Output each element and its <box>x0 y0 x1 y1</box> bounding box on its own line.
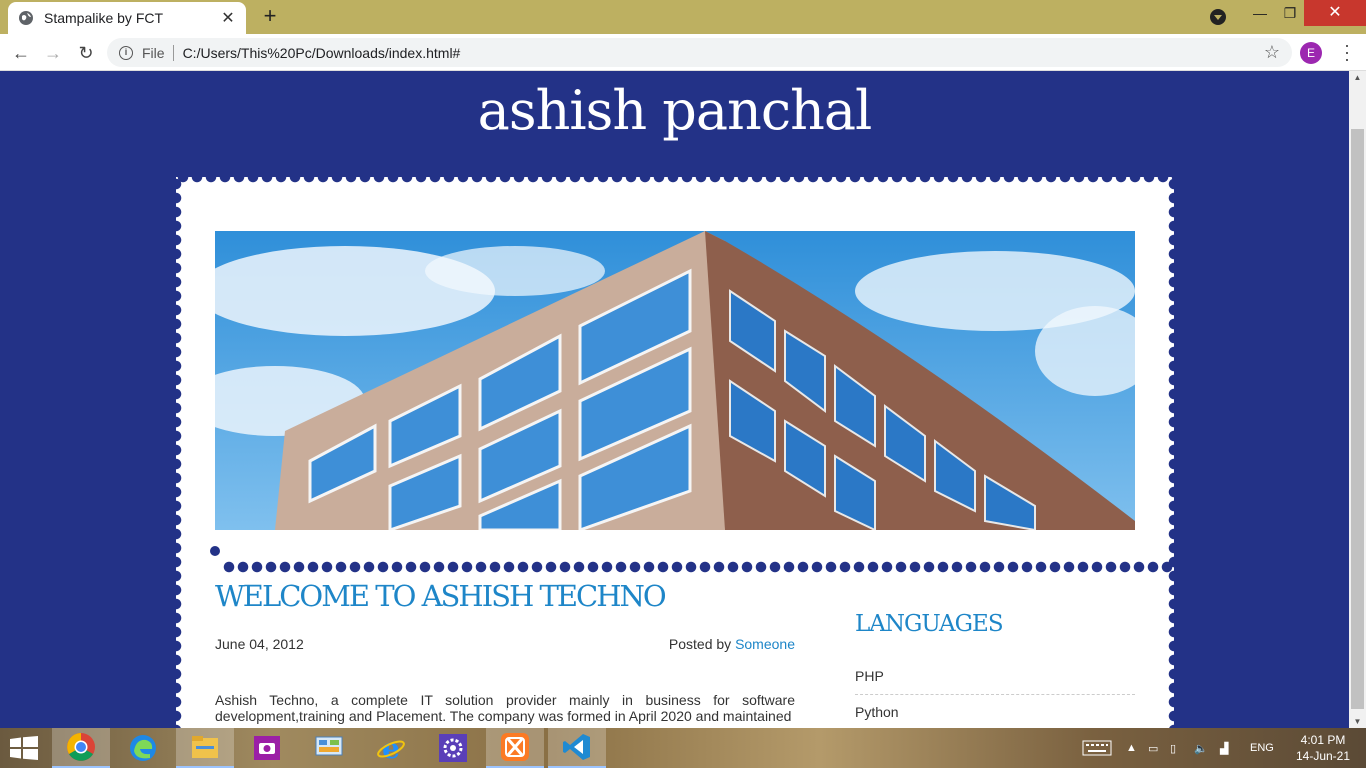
post-date: June 04, 2012 <box>215 636 304 652</box>
hero-building-image <box>215 231 1135 530</box>
sidebar-title: LANGUAGES <box>855 611 1004 637</box>
windows-taskbar: e ▲ ▭ ▯ 🔈 ▟ ENG 4:01 PM 14-Jun-21 <box>0 728 1366 768</box>
gear-icon <box>439 734 467 762</box>
file-label: File <box>142 44 165 61</box>
svg-text:e: e <box>382 733 400 763</box>
chrome-icon <box>67 733 95 761</box>
address-separator <box>172 44 174 61</box>
keyboard-icon[interactable] <box>1082 728 1112 768</box>
page-viewport: ashish panchal WELCOME TO ASHISH TECHNO … <box>0 71 1349 728</box>
tray-tablet-icon[interactable]: ▭ <box>1148 728 1158 768</box>
taskbar-edge[interactable] <box>114 728 172 768</box>
taskbar-xampp[interactable] <box>486 728 544 768</box>
minimize-button[interactable]: — <box>1244 0 1276 26</box>
ie-icon: e <box>377 733 405 763</box>
clock-date: 14-Jun-21 <box>1295 749 1351 763</box>
post-byline: Posted by Someone <box>560 636 795 652</box>
tray-chevron-icon[interactable]: ▲ <box>1126 728 1137 768</box>
tab-close-icon[interactable]: ✕ <box>220 8 236 28</box>
taskbar-file-explorer[interactable] <box>176 728 234 768</box>
reload-icon[interactable]: ↻ <box>74 41 98 65</box>
maximize-button[interactable]: ❐ <box>1274 0 1306 26</box>
forward-arrow-icon[interactable]: → <box>41 41 65 65</box>
taskbar-vscode[interactable] <box>548 728 606 768</box>
stamp-perforation-left <box>170 177 182 728</box>
taskbar-clock[interactable]: 4:01 PM 14-Jun-21 <box>1288 732 1358 764</box>
close-window-button[interactable]: ✕ <box>1304 0 1366 26</box>
post-body: Ashish Techno, a complete IT solution pr… <box>215 692 795 724</box>
sidebar-item-php[interactable]: PHP <box>855 659 1135 695</box>
browser-tab-strip: Stampalike by FCT ✕ + — ❐ ✕ <box>0 0 1366 34</box>
address-bar[interactable]: i File C:/Users/This%20Pc/Downloads/inde… <box>107 38 1292 67</box>
stamp-perforation-right <box>1168 177 1180 728</box>
sidebar-list: PHP Python <box>855 659 1135 728</box>
taskbar-camera[interactable] <box>238 728 296 768</box>
taskbar-control-panel[interactable] <box>300 728 358 768</box>
url-text[interactable]: C:/Users/This%20Pc/Downloads/index.html# <box>183 45 1264 61</box>
new-tab-button[interactable]: + <box>258 5 282 29</box>
taskbar-chrome[interactable] <box>52 728 110 768</box>
xampp-icon <box>501 733 529 761</box>
profile-avatar[interactable]: E <box>1300 42 1322 64</box>
control-panel-icon <box>315 736 343 756</box>
bookmark-star-icon[interactable]: ☆ <box>1264 42 1280 63</box>
site-title: ashish panchal <box>477 79 873 142</box>
taskbar-internet-explorer[interactable]: e <box>362 728 420 768</box>
stamp-perforation-dot <box>210 546 220 556</box>
scroll-up-arrow-icon[interactable]: ▲ <box>1349 73 1366 82</box>
tray-volume-icon[interactable]: 🔈 <box>1194 728 1208 768</box>
tab-search-icon[interactable] <box>1210 9 1226 25</box>
scroll-down-arrow-icon[interactable]: ▼ <box>1349 717 1366 726</box>
menu-kebab-icon[interactable]: · · · <box>1344 36 1350 68</box>
browser-toolbar: ← → ↻ i File C:/Users/This%20Pc/Download… <box>0 34 1366 71</box>
taskbar-settings[interactable] <box>424 728 482 768</box>
post-title[interactable]: WELCOME TO ASHISH TECHNO <box>215 579 667 613</box>
clock-time: 4:01 PM <box>1300 733 1346 747</box>
tab-title: Stampalike by FCT <box>44 10 164 26</box>
tray-network-icon[interactable]: ▟ <box>1220 728 1228 768</box>
posted-by-label: Posted by <box>668 636 732 652</box>
scroll-thumb[interactable] <box>1351 129 1364 709</box>
info-icon[interactable]: i <box>119 45 133 60</box>
sidebar-item-python[interactable]: Python <box>855 695 1135 728</box>
camera-icon <box>254 736 280 760</box>
folder-icon <box>192 736 218 758</box>
stamp-perforation-top <box>176 171 1174 183</box>
windows-start-icon[interactable] <box>10 736 38 760</box>
stamp-perforation-middle <box>222 561 1174 573</box>
globe-icon <box>19 11 33 25</box>
language-indicator[interactable]: ENG <box>1250 728 1274 768</box>
vscode-icon <box>563 734 590 760</box>
edge-icon <box>130 735 156 761</box>
back-arrow-icon[interactable]: ← <box>9 41 33 65</box>
tray-battery-icon[interactable]: ▯ <box>1170 728 1176 768</box>
author-link[interactable]: Someone <box>735 636 795 652</box>
browser-tab[interactable]: Stampalike by FCT ✕ <box>8 2 246 34</box>
vertical-scrollbar[interactable]: ▲ ▼ <box>1349 71 1366 728</box>
